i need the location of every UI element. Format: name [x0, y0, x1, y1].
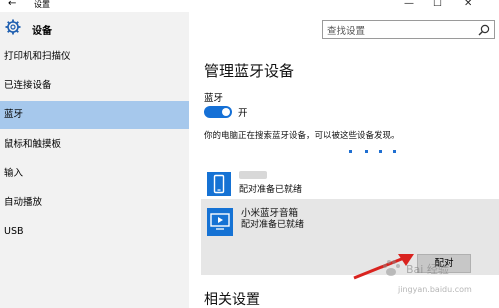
progress-dot: [393, 150, 396, 153]
toggle-knob: [222, 108, 230, 116]
sidebar-item-label: 打印机和扫描仪: [4, 51, 71, 62]
sidebar-item-autoplay[interactable]: 自动播放: [0, 189, 189, 217]
watermark-line1: Bai 经验: [406, 263, 449, 276]
bluetooth-toggle[interactable]: [204, 106, 232, 118]
sidebar-item-label: 输入: [4, 168, 24, 179]
title-bar: ← 设置 — ☐ ✕: [0, 0, 499, 12]
toggle-state-label: 开: [238, 108, 248, 119]
sidebar-title: 设备: [32, 26, 52, 37]
related-settings-heading: 相关设置: [204, 292, 260, 308]
progress-dot: [349, 150, 352, 153]
sidebar-item-label: 自动播放: [4, 197, 43, 208]
searching-progress-dots: [349, 150, 399, 154]
phone-icon: [207, 172, 231, 196]
gear-icon: [5, 19, 21, 35]
sidebar-item-bluetooth[interactable]: 蓝牙: [0, 101, 189, 129]
sidebar-item-label: 已连接设备: [4, 80, 52, 91]
sidebar-item-printers[interactable]: 打印机和扫描仪: [0, 43, 189, 71]
sidebar-item-label: 蓝牙: [4, 109, 24, 120]
window-title: 设置: [34, 0, 50, 9]
watermark-line2: jingyan.baidu.com: [398, 285, 472, 294]
display-icon: [207, 208, 233, 236]
device-list-item[interactable]: 配对准备已就绪: [201, 167, 499, 201]
back-button[interactable]: ←: [8, 0, 16, 9]
paw-logo-icon: [383, 260, 400, 276]
progress-dot: [365, 150, 368, 153]
sidebar-item-label: 鼠标和触摸板: [4, 139, 62, 150]
page-title: 管理蓝牙设备: [204, 62, 295, 80]
device-status: 配对准备已就绪: [239, 185, 303, 195]
sidebar-item-connected-devices[interactable]: 已连接设备: [0, 72, 189, 100]
bluetooth-label: 蓝牙: [204, 93, 224, 104]
watermark: Bai 经验 jingyan.baidu.com: [376, 255, 496, 305]
close-button[interactable]: ✕: [464, 0, 472, 9]
device-status: 配对准备已就绪: [241, 220, 305, 230]
sidebar-item-mouse-touchpad[interactable]: 鼠标和触摸板: [0, 131, 189, 159]
device-name-redacted: [239, 171, 267, 179]
discovery-status-text: 你的电脑正在搜索蓝牙设备，可以被这些设备发现。: [204, 131, 400, 141]
sidebar: 设备 打印机和扫描仪 已连接设备 蓝牙 鼠标和触摸板 输入 自动播放 USB: [0, 12, 189, 308]
sidebar-header: 设备: [0, 12, 189, 44]
progress-dot: [379, 150, 382, 153]
maximize-button[interactable]: ☐: [433, 0, 442, 9]
sidebar-item-typing[interactable]: 输入: [0, 160, 189, 188]
sidebar-item-usb[interactable]: USB: [0, 218, 189, 246]
sidebar-item-label: USB: [4, 226, 24, 237]
minimize-button[interactable]: —: [404, 0, 414, 9]
